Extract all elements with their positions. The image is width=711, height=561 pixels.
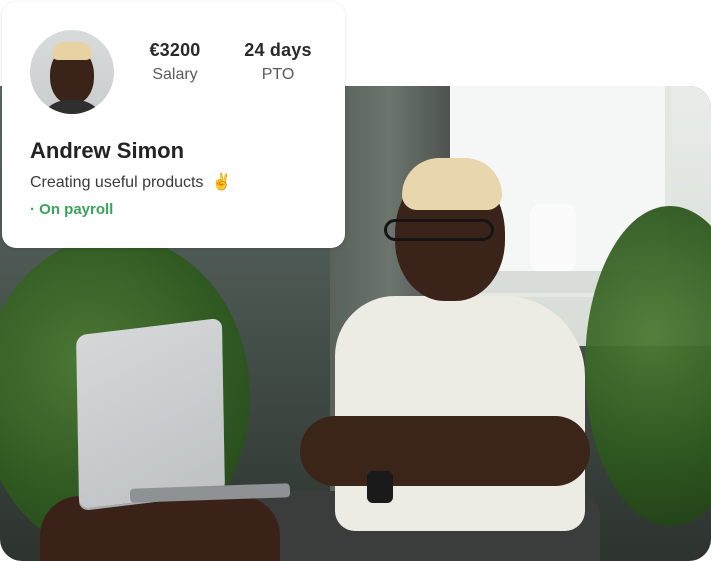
salary-stat: €3200 Salary — [142, 40, 208, 84]
wrist-watch — [367, 471, 393, 503]
profile-name: Andrew Simon — [30, 138, 185, 163]
payroll-status: · On payroll — [30, 201, 114, 218]
pto-value: 24 days — [244, 40, 312, 60]
person-legs — [40, 496, 280, 561]
salary-value: €3200 — [149, 40, 201, 60]
pto-label: PTO — [261, 66, 295, 83]
profile-bio: Creating useful products ✌ — [30, 172, 232, 192]
profile-card: €3200 Salary 24 days PTO Andrew Simon Cr… — [2, 2, 345, 248]
person-hair — [402, 158, 502, 210]
background-vase — [530, 204, 576, 274]
victory-hand-icon: ✌ — [211, 174, 232, 191]
pto-stat: 24 days PTO — [238, 40, 318, 84]
bio-text: Creating useful products — [30, 174, 204, 191]
person-glasses — [384, 219, 494, 241]
salary-label: Salary — [152, 66, 198, 83]
avatar — [30, 30, 114, 114]
person-arm — [300, 416, 590, 486]
laptop — [76, 317, 225, 510]
avatar-hair — [52, 42, 92, 60]
avatar-shirt — [38, 100, 106, 114]
